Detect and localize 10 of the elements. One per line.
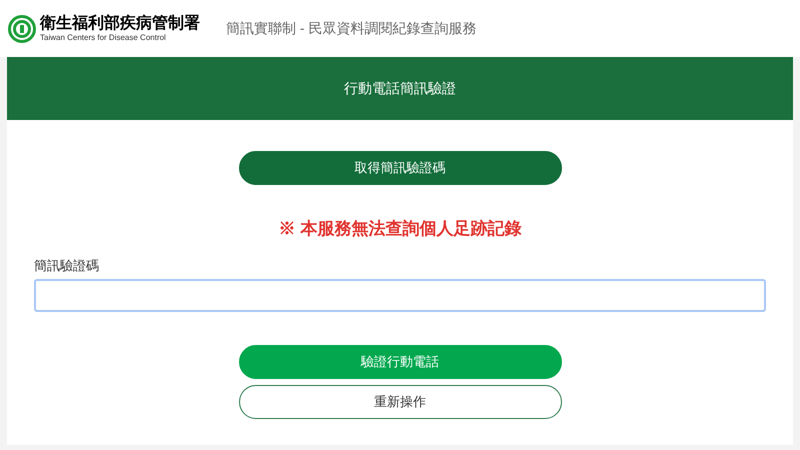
org-name: 衛生福利部疾病管制署 [40, 14, 200, 32]
field-label: 簡訊驗證碼 [34, 256, 100, 274]
page-title: 簡訊實聯制 - 民眾資料調閱紀錄查詢服務 [226, 19, 476, 38]
notice-text: ※ 本服務無法查詢個人足跡記錄 [278, 218, 522, 240]
action-button[interactable]: 取得簡訊驗證碼 [238, 151, 562, 185]
reset-button[interactable]: 重新操作 [238, 385, 562, 419]
org-name-english: Taiwan Centers for Disease Control [40, 32, 167, 42]
input-field[interactable] [34, 279, 766, 312]
logo-icon [8, 14, 36, 42]
panel-title: 行動電話簡訊驗證 [344, 79, 456, 98]
